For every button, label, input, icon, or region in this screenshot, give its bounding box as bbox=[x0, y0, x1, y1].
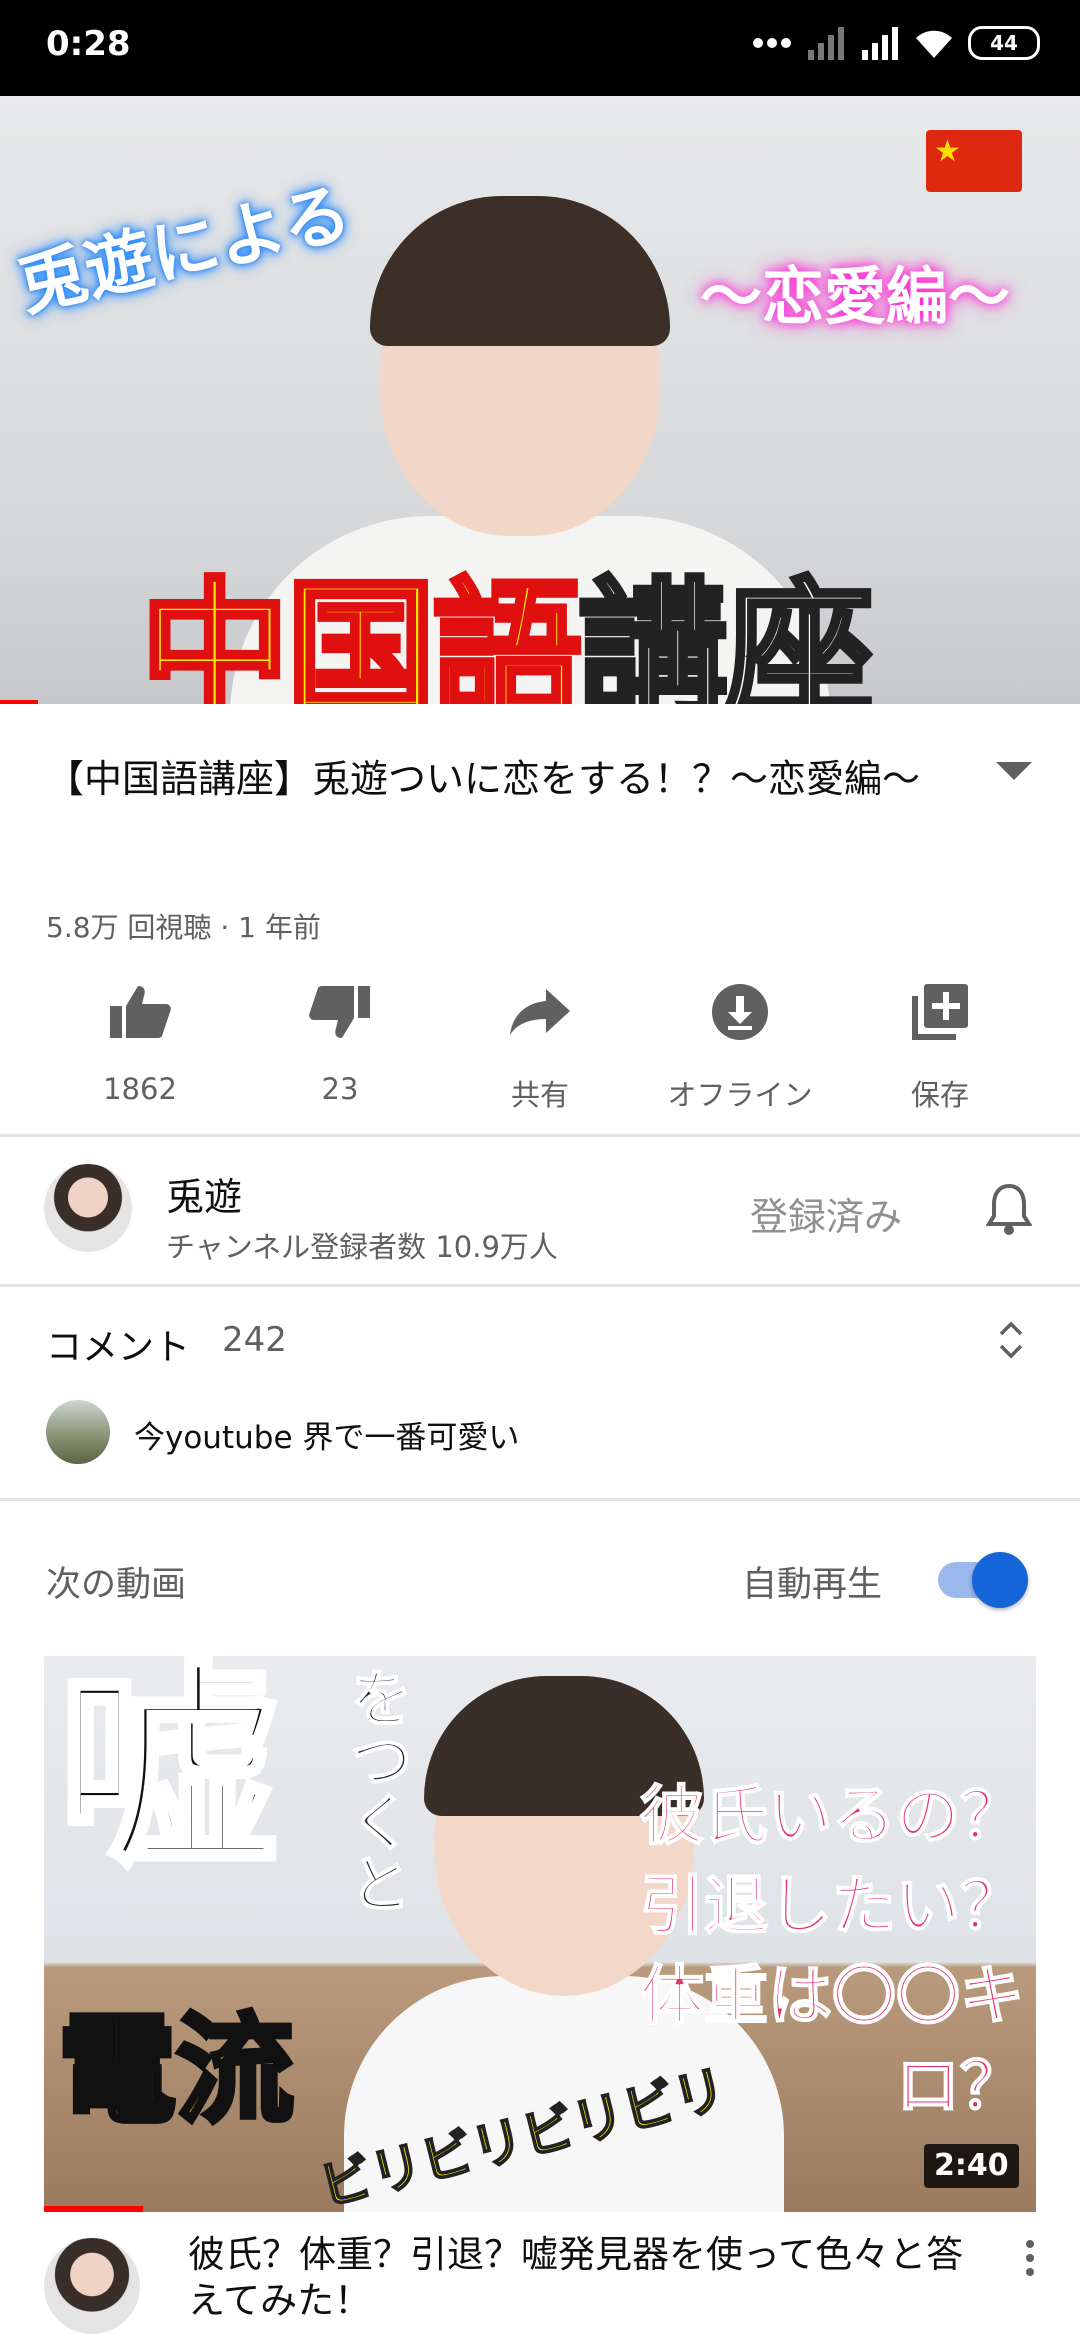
overlay-text-big: 中国語講座 bbox=[137, 530, 877, 705]
channel-subscribers: チャンネル登録者数 10.9万人 bbox=[166, 1230, 558, 1264]
thumbs-down-icon bbox=[309, 986, 370, 1038]
bell-icon bbox=[985, 1183, 1033, 1235]
channel-name[interactable]: 兎遊 bbox=[166, 1166, 242, 1221]
video-meta: 5.8万 回視聴 · 1 年前 bbox=[46, 911, 321, 944]
share-icon bbox=[510, 989, 570, 1035]
autoplay-toggle-knob[interactable] bbox=[972, 1552, 1028, 1608]
download-icon bbox=[712, 984, 768, 1040]
save-playlist-icon bbox=[912, 984, 968, 1040]
thumb-line-2: 引退したい？ bbox=[639, 1869, 1025, 1945]
top-comment[interactable]: 今youtube 界で一番可愛い bbox=[134, 1412, 519, 1457]
share-button[interactable]: 共有 bbox=[440, 980, 640, 1114]
subscribed-button[interactable]: 登録済み bbox=[750, 1186, 902, 1241]
status-time: 0:28 bbox=[46, 24, 131, 64]
video-player[interactable]: 兎遊による ～恋愛編～ ★ 中国語講座 bbox=[0, 96, 1080, 704]
like-button[interactable]: 1862 bbox=[40, 980, 240, 1106]
autoplay-label: 自動再生 bbox=[742, 1565, 883, 1605]
like-count: 1862 bbox=[103, 1072, 177, 1106]
thumb-text-denryu: 電流 bbox=[55, 1999, 296, 2142]
dislike-count: 23 bbox=[321, 1072, 359, 1106]
divider bbox=[0, 1284, 1080, 1287]
comments-label[interactable]: コメント bbox=[46, 1318, 190, 1370]
divider bbox=[0, 1134, 1080, 1137]
status-bar: 0:28 44 bbox=[0, 0, 1080, 96]
watched-progress bbox=[44, 2206, 144, 2212]
overlay-big-white: 講座 bbox=[576, 563, 877, 705]
action-bar: 1862 23 共有 オフライン 保存 bbox=[0, 980, 1080, 1112]
video-duration: 2:40 bbox=[924, 2144, 1019, 2188]
up-next-label: 次の動画 bbox=[46, 1565, 187, 1605]
wifi-icon bbox=[916, 30, 952, 58]
more-options-icon[interactable] bbox=[1022, 2240, 1038, 2282]
notification-bell-button[interactable] bbox=[985, 1182, 1033, 1240]
thumb-line-1: 彼氏いるの？ bbox=[639, 1779, 1025, 1855]
china-flag-icon: ★ bbox=[926, 130, 1022, 192]
video-title-area[interactable]: 【中国語講座】兎遊ついに恋をする！？～恋愛編～ bbox=[46, 740, 946, 818]
save-button[interactable]: 保存 bbox=[840, 980, 1040, 1114]
comments-expand-button[interactable] bbox=[996, 1318, 1026, 1366]
next-video-thumbnail[interactable]: 嘘 をつくと 電流 彼氏いるの？ 引退したい？ 体重は〇〇キロ？ ビリビリビリビ… bbox=[44, 1656, 1036, 2212]
comments-count: 242 bbox=[222, 1320, 287, 1360]
next-video-title[interactable]: 彼氏？体重？引退？嘘発見器を使って色々と答えてみた！ bbox=[188, 2232, 968, 2324]
save-label: 保存 bbox=[910, 1078, 969, 1112]
dislike-button[interactable]: 23 bbox=[240, 980, 440, 1106]
expand-description-icon[interactable] bbox=[996, 762, 1032, 780]
playback-progress[interactable] bbox=[0, 700, 38, 704]
battery-icon: 44 bbox=[968, 26, 1040, 60]
battery-level: 44 bbox=[990, 31, 1018, 55]
commenter-avatar bbox=[46, 1400, 110, 1464]
overlay-big-yellow: 中国語 bbox=[137, 563, 584, 705]
offline-label: オフライン bbox=[667, 1078, 813, 1112]
thumb-text-wotsukuto: をつくと bbox=[338, 1665, 413, 1915]
dots-icon bbox=[753, 38, 791, 48]
share-label: 共有 bbox=[510, 1078, 569, 1112]
video-title: 【中国語講座】兎遊ついに恋をする！？～恋愛編～ bbox=[46, 757, 921, 801]
status-icons: 44 bbox=[752, 26, 1040, 60]
unfold-icon bbox=[999, 1321, 1023, 1359]
channel-avatar[interactable] bbox=[44, 1164, 132, 1252]
next-channel-avatar[interactable] bbox=[44, 2238, 140, 2334]
overlay-text-top-right: ～恋愛編～ bbox=[700, 260, 1011, 333]
offline-button[interactable]: オフライン bbox=[640, 980, 840, 1114]
thumbs-up-icon bbox=[110, 986, 171, 1038]
signal-icon bbox=[862, 27, 898, 60]
divider bbox=[0, 1498, 1080, 1501]
signal-off-icon bbox=[808, 27, 844, 60]
thumb-text-uso: 嘘 bbox=[55, 1656, 281, 1898]
